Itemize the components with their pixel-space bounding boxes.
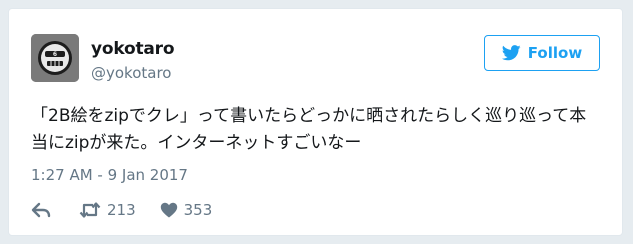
tweet-timestamp[interactable]: 1:27 AM - 9 Jan 2017 — [31, 166, 188, 184]
user-handle[interactable]: @yokotaro — [91, 64, 171, 82]
retweet-icon — [79, 202, 101, 218]
avatar[interactable]: 6 — [31, 34, 79, 82]
robot-face-avatar-icon: 6 — [31, 34, 79, 82]
svg-text:6: 6 — [53, 51, 57, 58]
reply-button[interactable] — [31, 202, 51, 218]
heart-icon — [160, 202, 177, 218]
tweet-text: 「2B絵をzipでクレ」って書いたらどっかに晒されたらしく巡り巡って本 当にzi… — [31, 103, 606, 157]
tweet-text-line: 「2B絵をzipでクレ」って書いたらどっかに晒されたらしく巡り巡って本 — [31, 106, 587, 126]
tweet-card: 6 yokotaro @yokotaro Follow 「2B絵をzipでクレ」… — [8, 8, 623, 236]
twitter-bird-icon — [501, 45, 521, 61]
reply-icon — [31, 202, 51, 218]
retweet-button[interactable]: 213 — [79, 201, 136, 219]
like-count: 353 — [183, 201, 213, 219]
tweet-actions: 213 353 — [31, 199, 212, 221]
follow-button[interactable]: Follow — [484, 35, 600, 71]
tweet-text-line: 当にzipが来た。インターネットすごいなー — [31, 133, 362, 153]
display-name[interactable]: yokotaro — [91, 39, 175, 59]
like-button[interactable]: 353 — [160, 201, 213, 219]
follow-label: Follow — [527, 44, 583, 62]
retweet-count: 213 — [107, 201, 136, 219]
